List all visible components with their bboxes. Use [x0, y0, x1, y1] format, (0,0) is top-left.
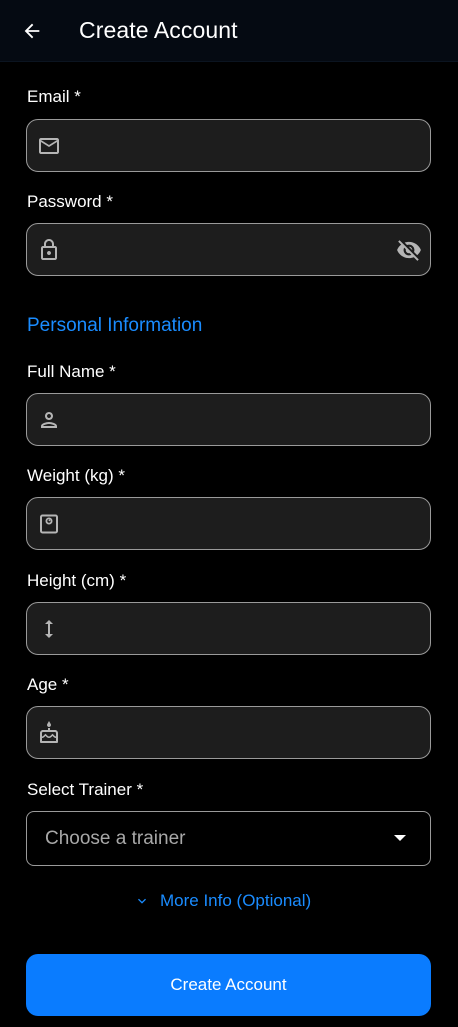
more-info-toggle[interactable]: More Info (Optional) [134, 889, 311, 913]
more-info-label: More Info (Optional) [160, 891, 312, 910]
height-label: Height (cm) * [27, 571, 127, 590]
caret-down-icon [394, 835, 406, 841]
create-account-button-label: Create Account [170, 975, 287, 994]
weight-field[interactable] [83, 498, 383, 549]
height-field[interactable] [83, 603, 383, 654]
email-field-container[interactable] [26, 119, 431, 172]
person-icon [41, 412, 57, 428]
age-field[interactable] [83, 707, 383, 758]
scale-icon [40, 514, 58, 534]
height-field-container[interactable] [26, 602, 431, 655]
full-name-label: Full Name * [27, 362, 116, 381]
back-button[interactable] [16, 15, 48, 47]
trainer-select[interactable]: Choose a trainer [26, 811, 431, 866]
cake-icon [40, 721, 58, 743]
eye-off-icon[interactable] [396, 237, 422, 263]
email-label: Email * [27, 87, 81, 106]
page-title: Create Account [79, 17, 238, 43]
height-icon [45, 620, 53, 638]
password-field-container[interactable] [26, 223, 431, 276]
weight-label: Weight (kg) * [27, 466, 125, 485]
weight-field-container[interactable] [26, 497, 431, 550]
trainer-label: Select Trainer * [27, 780, 144, 799]
arrow-left-icon [24, 23, 40, 39]
create-account-button[interactable]: Create Account [26, 954, 431, 1016]
section-title: Personal Information [27, 315, 203, 336]
age-label: Age * [27, 675, 69, 694]
chevron-down-icon [138, 898, 146, 904]
mail-icon [39, 138, 59, 154]
password-field[interactable] [83, 224, 383, 275]
lock-icon [41, 239, 57, 260]
trainer-select-placeholder: Choose a trainer [45, 828, 186, 849]
password-label: Password * [27, 192, 113, 211]
age-field-container[interactable] [26, 706, 431, 759]
full-name-field[interactable] [83, 394, 383, 445]
app-bar: Create Account [0, 0, 458, 62]
email-field[interactable] [83, 120, 383, 171]
full-name-field-container[interactable] [26, 393, 431, 446]
